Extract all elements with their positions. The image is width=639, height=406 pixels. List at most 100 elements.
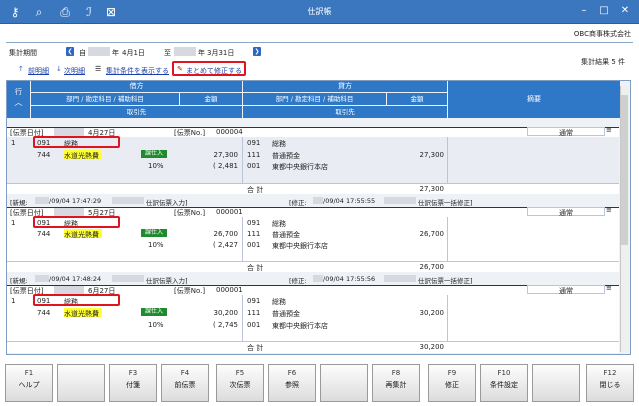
credit-sub-code: 001	[247, 162, 261, 170]
credit-header: 貸方	[243, 81, 447, 92]
period-label: 集計期間	[9, 49, 37, 57]
tax-tag: 課仕入	[141, 229, 167, 237]
debit-partner-header: 取引先	[31, 106, 242, 118]
maximize-button[interactable]: □	[598, 5, 610, 17]
debit-acct-name: 水道光熱費	[64, 310, 99, 318]
f4-prev-slip-button[interactable]: F4 前伝票	[161, 364, 209, 402]
record-no: 000004	[216, 128, 243, 136]
period-next-button[interactable]: ❯	[253, 47, 261, 56]
debit-tax: ( 2,745	[213, 321, 238, 329]
period-prev-button[interactable]: ❮	[66, 47, 74, 56]
total-amount: 27,300	[419, 185, 445, 193]
f12-close-button[interactable]: F12 閉じる	[586, 364, 634, 402]
record-status[interactable]: 通常	[527, 285, 605, 295]
credit-amount-header: 金額	[387, 93, 447, 105]
show-conditions-link[interactable]: 集計条件を表示する	[106, 66, 169, 76]
f1-help-button[interactable]: F1 ヘルプ	[5, 364, 53, 402]
credit-acct-name: 普通預金	[272, 310, 300, 318]
scrollbar-thumb[interactable]	[621, 95, 628, 245]
menu-icon[interactable]: ≡	[606, 206, 612, 214]
f10-conditions-button[interactable]: F10 条件設定	[480, 364, 528, 402]
total-label: 合 計	[247, 186, 264, 194]
arrow-down-icon: ↓	[56, 65, 62, 73]
f8-recalc-button[interactable]: F8 再集計	[372, 364, 420, 402]
f5-next-slip-button[interactable]: F5 次伝票	[216, 364, 264, 402]
debit-acct-name: 水道光熱費	[64, 152, 99, 160]
menu-icon[interactable]: ≡	[606, 126, 612, 134]
period-to-year-masked	[174, 47, 196, 56]
total-row	[7, 183, 619, 194]
credit-dept-acct-header: 部門 / 勘定科目 / 補助科目	[243, 93, 386, 105]
debit-header: 借方	[31, 81, 242, 92]
tax-rate: 10%	[148, 162, 164, 170]
credit-acct-code: 111	[247, 309, 261, 317]
created-source: 仕訳伝票入力]	[146, 199, 188, 207]
next-detail-link[interactable]: 次明細	[64, 66, 85, 76]
credit-acct-name: 普通預金	[272, 231, 300, 239]
debit-acct-code: 744	[37, 309, 51, 317]
f11-blank-button[interactable]	[532, 364, 580, 402]
modified-time: /09/04 17:55:55	[323, 197, 376, 205]
f6-reference-button[interactable]: F6 参照	[268, 364, 316, 402]
company-name: OBC商事株式会社	[573, 30, 631, 38]
f2-blank-button[interactable]	[57, 364, 105, 402]
debit-acct-name: 水道光熱費	[64, 231, 99, 239]
row-header: 行 ︿	[7, 81, 30, 118]
period-from-prefix: 自	[79, 49, 86, 57]
total-row	[7, 341, 619, 353]
tax-tag: 課仕入	[141, 308, 167, 316]
debit-dept-acct-header: 部門 / 勘定科目 / 補助科目	[31, 93, 179, 105]
credit-dept-name: 総務	[272, 140, 286, 148]
debit-tax: ( 2,481	[213, 162, 238, 170]
record-no: 000001	[216, 286, 243, 294]
credit-amount: 27,300	[419, 151, 445, 159]
credit-dept-name: 総務	[272, 220, 286, 228]
created-label: [新規:	[10, 199, 28, 207]
period-to: 3月31日	[207, 49, 235, 57]
close-button[interactable]: ✕	[619, 5, 631, 17]
credit-dept-name: 総務	[272, 298, 286, 306]
tax-rate: 10%	[148, 321, 164, 329]
created-time: /09/04 17:48:24	[49, 275, 102, 283]
credit-amount: 26,700	[419, 230, 445, 238]
tax-tag: 課仕入	[141, 150, 167, 158]
modified-label: [修正:	[289, 199, 307, 207]
record-no: 000001	[216, 208, 243, 216]
total-label: 合 計	[247, 264, 264, 272]
credit-sub-name: 東都中央銀行本店	[272, 322, 328, 330]
record-status[interactable]: 通常	[527, 207, 605, 217]
record-status[interactable]: 通常	[527, 127, 605, 137]
f7-blank-button[interactable]	[320, 364, 368, 402]
line-number: 1	[11, 219, 16, 227]
period-to-prefix: 至	[164, 49, 171, 57]
tax-rate: 10%	[148, 241, 164, 249]
credit-sub-code: 001	[247, 241, 261, 249]
modified-source: 仕訳伝票一括修正]	[418, 277, 473, 285]
f9-edit-button[interactable]: F9 修正	[428, 364, 476, 402]
line-number: 1	[11, 297, 16, 305]
debit-amount-header: 金額	[180, 93, 242, 105]
dept-highlight	[33, 294, 120, 306]
f3-sticky-button[interactable]: F3 付箋	[109, 364, 157, 402]
created-label: [新規:	[10, 277, 28, 285]
total-label: 合 計	[247, 344, 264, 352]
debit-acct-code: 744	[37, 151, 51, 159]
credit-dept-code: 091	[247, 297, 261, 305]
dept-highlight	[33, 216, 120, 228]
credit-sub-code: 001	[247, 321, 261, 329]
debit-acct-code: 744	[37, 230, 51, 238]
line-number: 1	[11, 139, 16, 147]
window-title: 仕訳帳	[307, 7, 332, 16]
prev-detail-link[interactable]: 前明細	[28, 66, 49, 76]
debit-amount: 30,200	[213, 309, 239, 317]
credit-dept-code: 091	[247, 219, 261, 227]
created-source: 仕訳伝票入力]	[146, 277, 188, 285]
list-icon: ☰	[95, 65, 102, 73]
credit-sub-name: 東都中央銀行本店	[272, 242, 328, 250]
bulk-edit-highlight	[172, 61, 246, 76]
credit-acct-name: 普通預金	[272, 152, 300, 160]
period-from-year-suffix: 年	[112, 49, 119, 57]
menu-icon[interactable]: ≡	[606, 284, 612, 292]
minimize-button[interactable]: –	[578, 5, 590, 17]
period-from-year-masked	[88, 47, 110, 56]
